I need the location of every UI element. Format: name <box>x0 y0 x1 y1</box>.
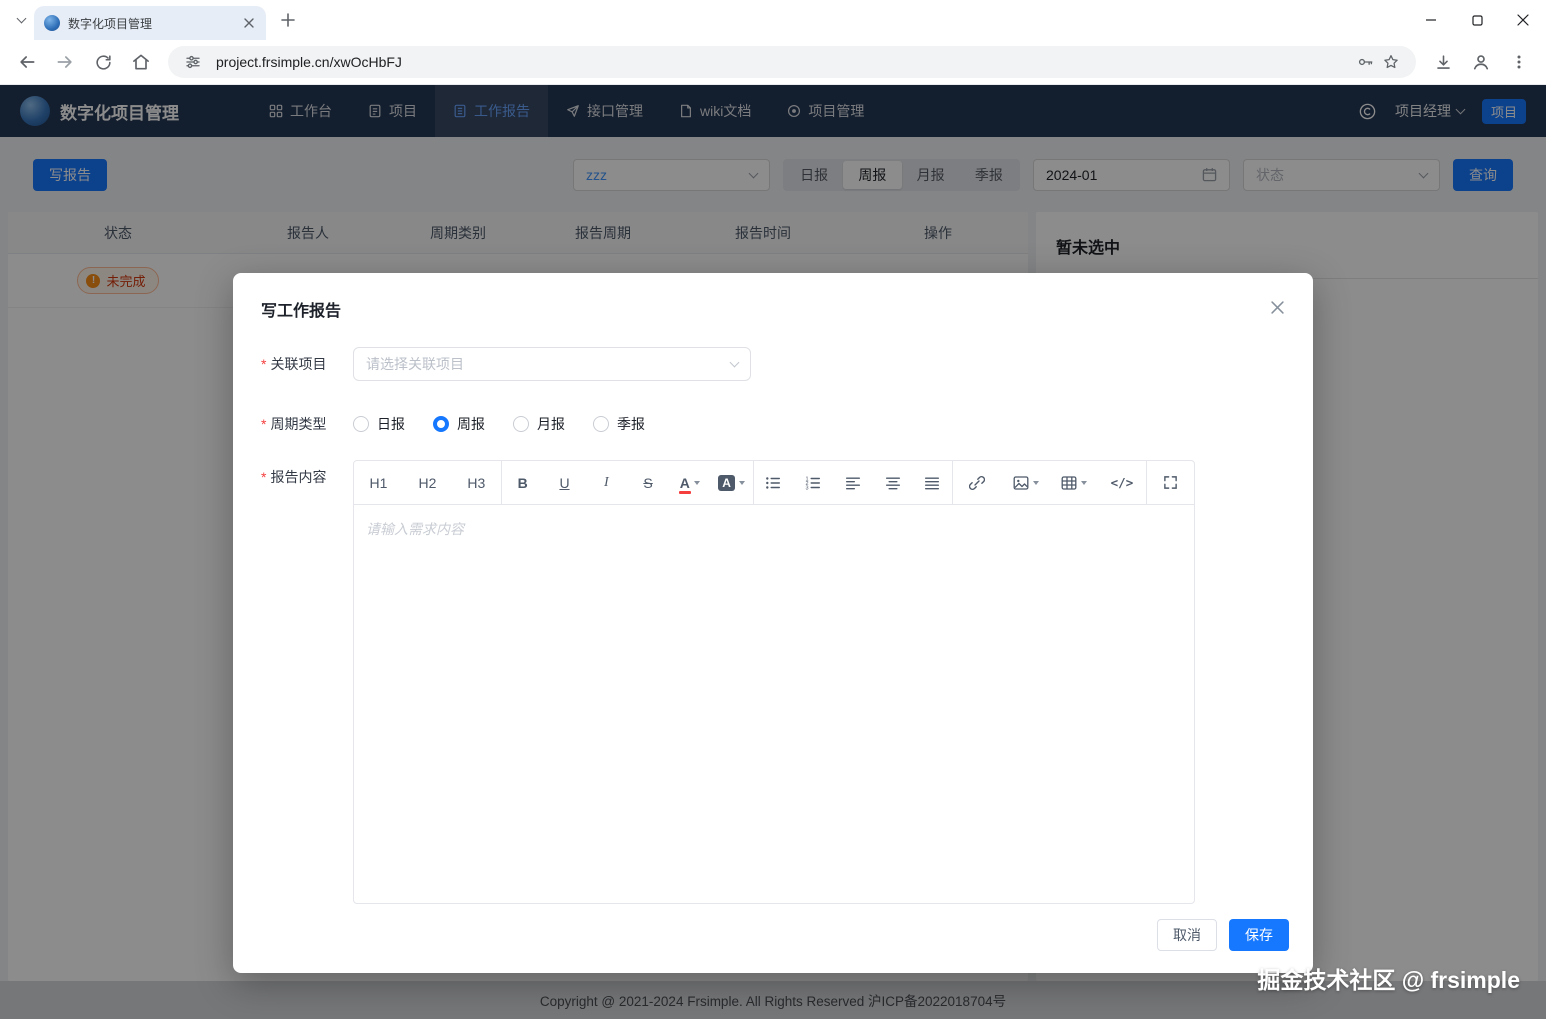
downloads-icon[interactable] <box>1426 45 1460 79</box>
fullscreen-icon[interactable] <box>1147 461 1194 504</box>
caret-down-icon <box>694 481 700 485</box>
caret-down-icon <box>1081 481 1087 485</box>
bold-button[interactable]: B <box>502 461 544 504</box>
radio-circle-selected <box>433 416 449 432</box>
code-view-button[interactable]: </> <box>1098 461 1146 504</box>
radio-circle <box>353 416 369 432</box>
cancel-button[interactable]: 取消 <box>1157 919 1217 951</box>
required-mark: * <box>261 416 266 432</box>
related-project-placeholder: 请选择关联项目 <box>366 354 464 374</box>
back-icon[interactable] <box>10 45 44 79</box>
radio-circle <box>513 416 529 432</box>
required-mark: * <box>261 469 266 485</box>
write-report-modal: 写工作报告 *关联项目 请选择关联项目 *周期类型 日报 周报 月报 季报 *报… <box>233 273 1313 973</box>
editor-toolbar: H1 H2 H3 B U I S A A 123 <box>354 461 1194 505</box>
tab-list-chevron-icon[interactable] <box>8 7 34 33</box>
browser-toolbar: project.frsimple.cn/xwOcHbFJ <box>0 40 1546 85</box>
window-maximize-button[interactable] <box>1454 0 1500 40</box>
content-field-label: *报告内容 <box>261 460 353 904</box>
insert-image-icon[interactable] <box>1001 461 1049 504</box>
required-mark: * <box>261 356 266 372</box>
form-row-project: *关联项目 请选择关联项目 <box>261 347 1285 381</box>
underline-button[interactable]: U <box>544 461 586 504</box>
chevron-down-icon <box>730 358 740 368</box>
new-tab-button[interactable] <box>274 6 302 34</box>
radio-daily[interactable]: 日报 <box>353 414 405 434</box>
form-row-period: *周期类型 日报 周报 月报 季报 <box>261 407 1285 434</box>
highlight-color-button[interactable]: A <box>711 461 753 504</box>
align-center-icon[interactable] <box>873 461 913 504</box>
browser-tab[interactable]: 数字化项目管理 <box>34 6 266 40</box>
tab-title: 数字化项目管理 <box>68 15 240 32</box>
align-left-icon[interactable] <box>833 461 873 504</box>
italic-button[interactable]: I <box>585 461 627 504</box>
heading2-button[interactable]: H2 <box>403 461 452 504</box>
modal-close-icon[interactable] <box>1265 295 1289 319</box>
browser-menu-kebab-icon[interactable] <box>1502 45 1536 79</box>
editor-content-area[interactable]: 请输入需求内容 <box>354 505 1194 903</box>
period-field-label: *周期类型 <box>261 407 353 434</box>
password-key-icon[interactable] <box>1352 49 1378 75</box>
related-project-select[interactable]: 请选择关联项目 <box>353 347 751 381</box>
modal-footer: 取消 保存 <box>1157 919 1289 951</box>
bullet-list-icon[interactable] <box>754 461 794 504</box>
reload-icon[interactable] <box>86 45 120 79</box>
ordered-list-icon[interactable]: 123 <box>793 461 833 504</box>
watermark-text: 掘金技术社区 @ frsimple <box>1257 961 1520 995</box>
period-radio-group: 日报 周报 月报 季报 <box>353 407 645 434</box>
tab-close-icon[interactable] <box>240 14 258 32</box>
align-justify-icon[interactable] <box>913 461 953 504</box>
heading3-button[interactable]: H3 <box>452 461 501 504</box>
caret-down-icon <box>1033 481 1039 485</box>
forward-icon[interactable] <box>48 45 82 79</box>
project-field-label: *关联项目 <box>261 347 353 381</box>
font-color-button[interactable]: A <box>669 461 711 504</box>
profile-avatar-icon[interactable] <box>1464 45 1498 79</box>
insert-link-icon[interactable] <box>953 461 1001 504</box>
rich-text-editor: H1 H2 H3 B U I S A A 123 <box>353 460 1195 904</box>
strikethrough-button[interactable]: S <box>627 461 669 504</box>
form-row-content: *报告内容 H1 H2 H3 B U I S A A <box>261 460 1285 904</box>
insert-table-icon[interactable] <box>1050 461 1098 504</box>
home-icon[interactable] <box>124 45 158 79</box>
heading1-button[interactable]: H1 <box>354 461 403 504</box>
window-minimize-button[interactable] <box>1408 0 1454 40</box>
svg-text:3: 3 <box>806 485 809 490</box>
site-settings-icon[interactable] <box>180 49 206 75</box>
save-button[interactable]: 保存 <box>1229 919 1289 951</box>
address-bar[interactable]: project.frsimple.cn/xwOcHbFJ <box>168 46 1416 78</box>
site-favicon <box>44 15 60 31</box>
url-text[interactable]: project.frsimple.cn/xwOcHbFJ <box>216 54 1352 70</box>
radio-monthly[interactable]: 月报 <box>513 414 565 434</box>
bookmark-star-icon[interactable] <box>1378 49 1404 75</box>
modal-title: 写工作报告 <box>261 297 1285 321</box>
window-controls <box>1408 0 1546 40</box>
window-close-button[interactable] <box>1500 0 1546 40</box>
tab-strip: 数字化项目管理 <box>0 0 1546 40</box>
radio-circle <box>593 416 609 432</box>
editor-placeholder: 请输入需求内容 <box>366 521 464 537</box>
radio-weekly[interactable]: 周报 <box>433 414 485 434</box>
radio-quarterly[interactable]: 季报 <box>593 414 645 434</box>
caret-down-icon <box>739 481 745 485</box>
